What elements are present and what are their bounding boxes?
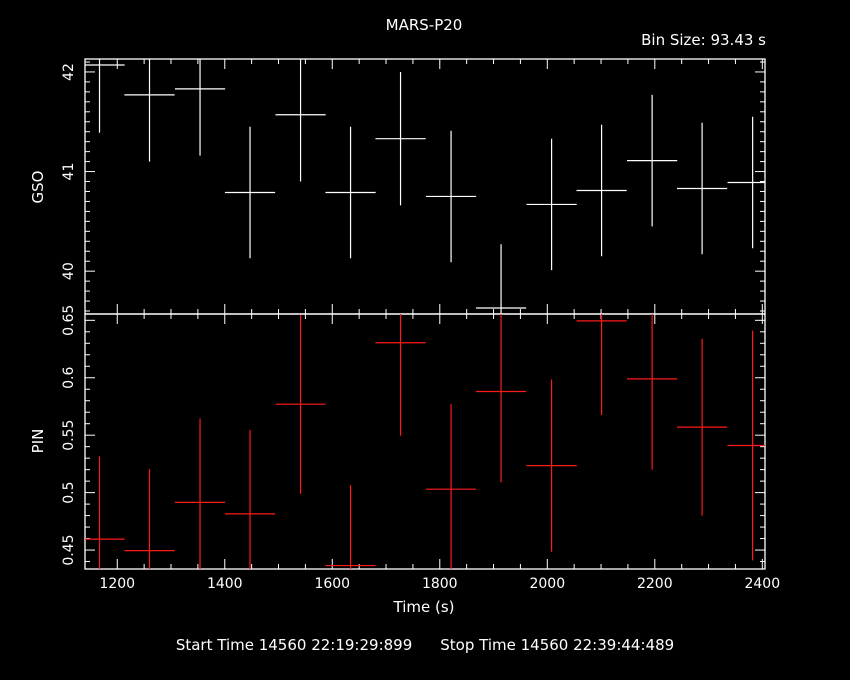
pin-data-point [85, 456, 125, 569]
x-tick-label: 1400 [207, 576, 243, 592]
lightcurve-figure: MARS-P20 Bin Size: 93.43 s 404142 0.450.… [29, 16, 780, 616]
pin-data-point [425, 404, 477, 569]
gso-y-tick-label: 42 [61, 63, 77, 81]
x-tick-label: 1200 [99, 576, 135, 592]
pin-data-point [727, 330, 765, 561]
gso-data-point [85, 59, 125, 133]
gso-data-point [576, 124, 627, 257]
gso-data-point [475, 244, 527, 314]
pin-y-tick-label: 0.55 [61, 420, 77, 451]
pin-data-point [174, 418, 226, 569]
pin-data-point [275, 314, 326, 494]
gso-data-point [224, 126, 276, 259]
gso-frame [84, 58, 766, 315]
x-axis-label: Time (s) [393, 598, 455, 616]
pin-data-point [325, 485, 376, 569]
bin-size-label: Bin Size: 93.43 s [641, 31, 766, 49]
pin-data-point [375, 314, 426, 436]
start-time: Start Time 14560 22:19:29:899 [175, 636, 413, 654]
x-tick-label: 2400 [744, 576, 780, 592]
gso-data-point [275, 59, 326, 182]
pin-data-point [124, 469, 175, 569]
gso-data-point [425, 130, 477, 263]
gso-data-point [727, 116, 765, 249]
pin-data-point [677, 338, 728, 516]
x-tick-label: 2000 [529, 576, 565, 592]
pin-data-point [224, 430, 276, 569]
pin-data-point [576, 314, 627, 416]
x-tick-label: 1800 [422, 576, 458, 592]
gso-y-tick-label: 40 [61, 262, 77, 280]
gso-panel: 40 41 42 [61, 58, 766, 315]
pin-data-point [475, 314, 527, 483]
gso-data-point [325, 126, 376, 259]
pin-axis-label: PIN [29, 429, 47, 454]
pin-panel: 0.45 0.5 0.55 0.6 0.65 1200 1400 1600 1800 2000 22… [61, 305, 780, 592]
gso-data-point [124, 59, 175, 162]
gso-data-point [627, 94, 678, 227]
pin-y-tick-label: 0.6 [61, 367, 77, 389]
pin-y-tick-label: 0.65 [61, 305, 77, 336]
plot-title: MARS-P20 [386, 16, 463, 34]
gso-axis-label: GSO [29, 171, 47, 204]
time-range-footer: Start Time 14560 22:19:29:899 Stop Time 1… [0, 636, 850, 654]
gso-data-point [526, 138, 577, 271]
pin-y-tick-label: 0.45 [61, 534, 77, 565]
pin-y-tick-label: 0.5 [61, 481, 77, 503]
x-tick-label: 2200 [637, 576, 673, 592]
pin-data-point [526, 379, 577, 552]
gso-data-point [174, 59, 226, 156]
x-tick-label: 1600 [314, 576, 350, 592]
gso-data-point [375, 71, 426, 206]
gso-y-tick-label: 41 [61, 163, 77, 181]
stop-time: Stop Time 14560 22:39:44:489 [440, 636, 675, 654]
gso-data-point [677, 122, 728, 255]
pin-frame [84, 313, 766, 570]
pin-data-point [627, 314, 678, 470]
